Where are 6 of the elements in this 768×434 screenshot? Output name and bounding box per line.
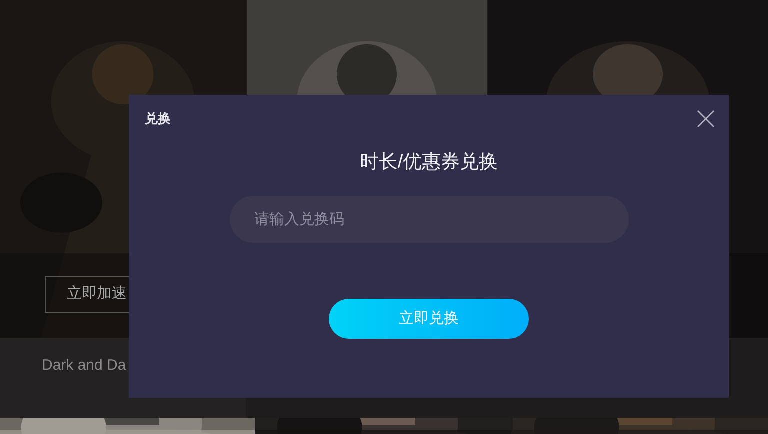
game-title: Dark and Da <box>42 357 126 374</box>
code-input-field[interactable]: 请输入兑换码 <box>230 196 628 243</box>
close-icon[interactable] <box>697 110 715 128</box>
dialog-heading: 时长/优惠券兑换 <box>360 150 498 174</box>
dialog-title: 兑换 <box>145 110 171 128</box>
redeem-button[interactable]: 立即兑换 <box>329 299 529 339</box>
